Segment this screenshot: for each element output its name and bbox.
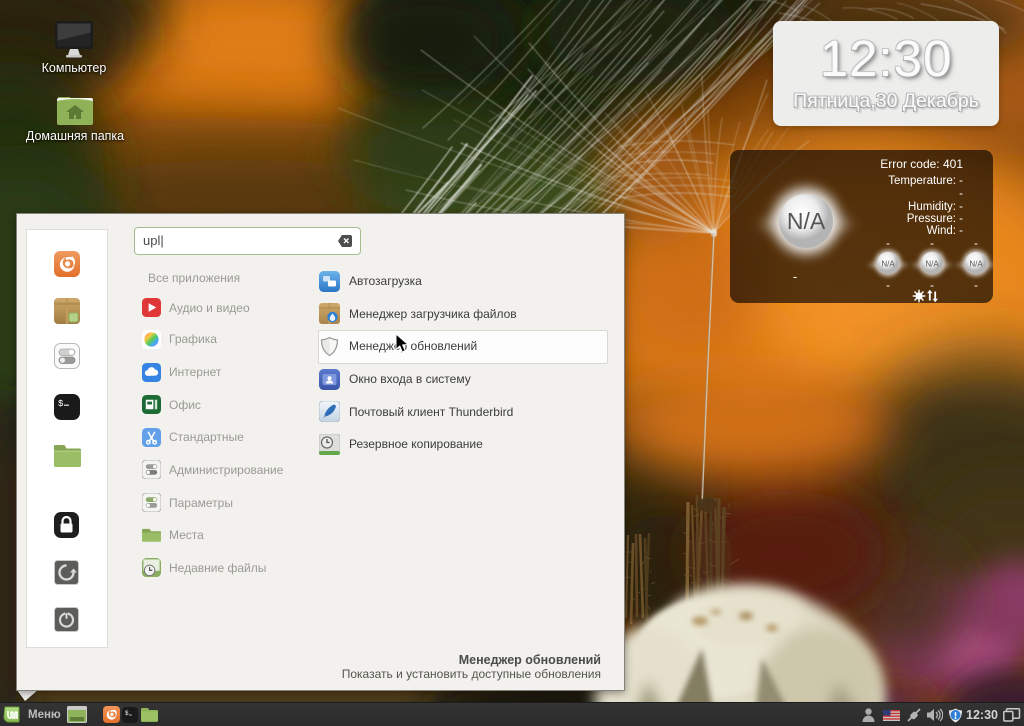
svg-text:N/A: N/A bbox=[881, 260, 895, 269]
svg-text:-: - bbox=[886, 236, 890, 250]
svg-text:-: - bbox=[930, 236, 934, 250]
svg-text:N/A: N/A bbox=[969, 260, 983, 269]
svg-text:N/A: N/A bbox=[925, 260, 939, 269]
svg-text:N/A: N/A bbox=[787, 208, 826, 234]
svg-text:-: - bbox=[974, 278, 978, 292]
svg-text:$: $ bbox=[125, 710, 129, 717]
svg-text:-: - bbox=[886, 278, 890, 292]
svg-text:-: - bbox=[793, 269, 797, 284]
svg-text:$: $ bbox=[58, 399, 64, 409]
svg-text:-: - bbox=[974, 236, 978, 250]
svg-text:-: - bbox=[930, 278, 934, 292]
